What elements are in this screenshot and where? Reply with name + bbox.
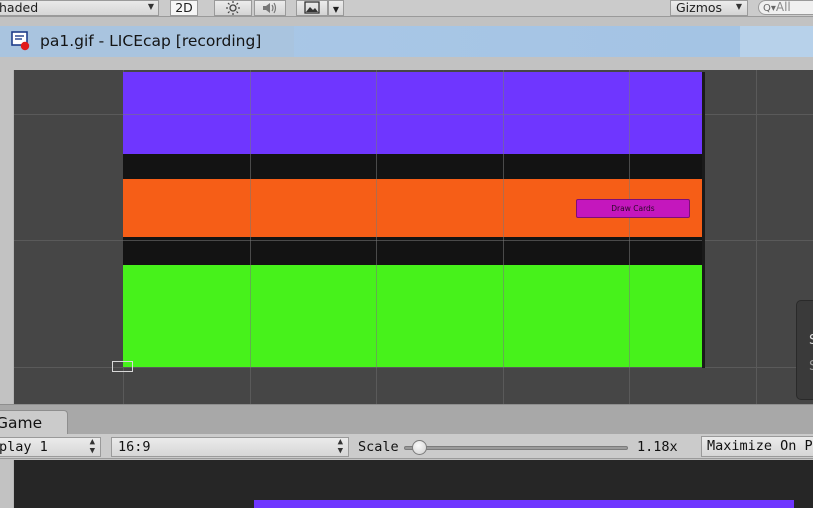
aspect-label: 16:9 bbox=[118, 439, 151, 455]
scene-search-input[interactable]: Q▾All bbox=[758, 0, 813, 15]
gizmos-dropdown[interactable]: Gizmos ▼ bbox=[670, 0, 748, 16]
grid-line bbox=[14, 367, 813, 368]
scene-toolbar: haded ▼ 2D ▼ Gizmos ▼ Q▾All bbox=[0, 0, 813, 17]
shading-mode-label: haded bbox=[0, 0, 39, 15]
display-dropdown[interactable]: play 1 ▲ ▼ bbox=[0, 437, 101, 457]
display-label: play 1 bbox=[0, 439, 48, 455]
scene-view[interactable]: Draw Cards S S bbox=[13, 70, 813, 404]
green-panel bbox=[123, 265, 702, 367]
updown-icon: ▲ ▼ bbox=[89, 437, 95, 456]
aspect-ratio-dropdown[interactable]: 16:9 ▲ ▼ bbox=[111, 437, 349, 457]
game-purple-panel bbox=[254, 500, 794, 508]
audio-toggle-button[interactable] bbox=[254, 0, 286, 16]
effects-toggle-button[interactable] bbox=[296, 0, 328, 16]
chevron-down-icon: ▼ bbox=[735, 2, 742, 11]
gizmos-label: Gizmos bbox=[676, 0, 723, 15]
speaker-icon bbox=[263, 2, 277, 14]
dark-divider bbox=[123, 237, 702, 265]
scale-value: 1.18x bbox=[637, 439, 678, 455]
search-icon: Q▾ bbox=[763, 3, 776, 14]
scale-slider-track[interactable] bbox=[404, 446, 628, 450]
sun-icon bbox=[226, 1, 240, 15]
pivot-handle[interactable] bbox=[112, 361, 133, 372]
effects-dropdown-button[interactable]: ▼ bbox=[328, 0, 344, 16]
chevron-down-icon: ▼ bbox=[332, 5, 340, 14]
grid-line bbox=[756, 70, 757, 404]
lighting-toggle-button[interactable] bbox=[214, 0, 252, 16]
game-view[interactable] bbox=[13, 460, 813, 508]
game-tabstrip: Game bbox=[0, 404, 813, 435]
shading-mode-dropdown[interactable]: haded ▼ bbox=[0, 0, 159, 16]
dark-divider bbox=[123, 154, 702, 179]
tab-game[interactable]: Game bbox=[0, 410, 68, 435]
licecap-title: pa1.gif - LICEcap [recording] bbox=[40, 32, 262, 50]
side-popup[interactable]: S S bbox=[796, 300, 813, 400]
2d-toggle-button[interactable]: 2D bbox=[170, 0, 198, 16]
purple-panel bbox=[123, 72, 702, 154]
tab-game-label: Game bbox=[0, 414, 43, 432]
side-popup-label: S bbox=[809, 333, 813, 348]
licecap-app-icon bbox=[11, 31, 30, 51]
title-bar-segment bbox=[740, 26, 813, 57]
search-placeholder: All bbox=[775, 0, 791, 14]
side-popup-label: S bbox=[809, 359, 813, 374]
draw-cards-button[interactable]: Draw Cards bbox=[576, 199, 690, 218]
scale-label: Scale bbox=[358, 439, 399, 455]
updown-icon: ▲ ▼ bbox=[337, 437, 343, 456]
chevron-down-icon: ▼ bbox=[147, 2, 154, 11]
licecap-title-bar[interactable]: pa1.gif - LICEcap [recording] bbox=[0, 26, 813, 57]
canvas-edge bbox=[702, 72, 705, 368]
maximize-on-play-button[interactable]: Maximize On Pla bbox=[701, 436, 813, 457]
image-icon bbox=[304, 1, 320, 14]
